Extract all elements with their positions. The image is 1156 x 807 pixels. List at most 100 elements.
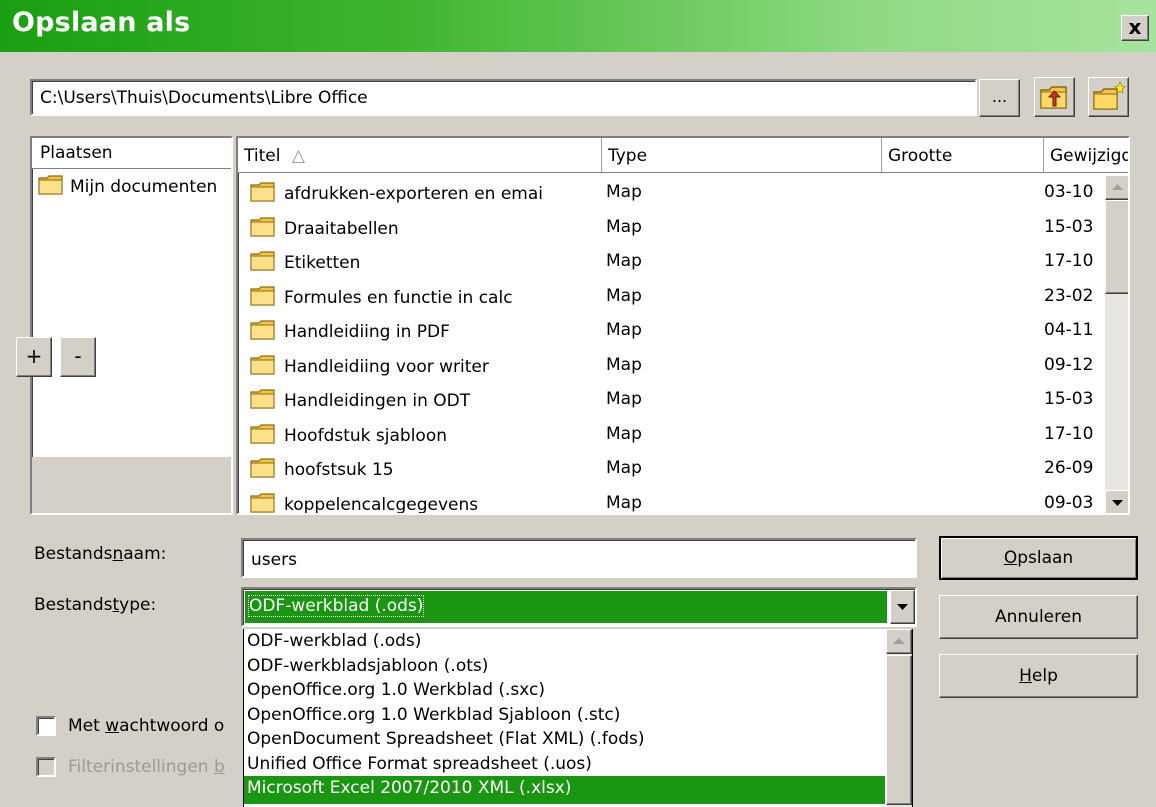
places-header[interactable]: Plaatsen xyxy=(32,138,231,169)
file-name: Handleidingen in ODT xyxy=(284,391,471,411)
help-button[interactable]: Help xyxy=(939,654,1138,698)
file-list: Titel △ Type Grootte Gewijzigd afdrukken… xyxy=(236,136,1130,515)
file-name: Formules en functie in calc xyxy=(284,287,513,308)
file-date-cell: 09-03 xyxy=(1044,492,1094,513)
add-place-button[interactable]: + xyxy=(16,337,52,377)
new-folder-button[interactable] xyxy=(1088,77,1129,117)
file-name: Draaitabellen xyxy=(284,218,399,239)
file-date-cell: 15-03 xyxy=(1044,216,1094,237)
password-checkbox[interactable] xyxy=(36,716,56,736)
table-row[interactable]: Hoofdstuk sjabloon Map 17-10 xyxy=(238,417,1108,451)
arrow-up-icon xyxy=(893,638,905,644)
table-row[interactable]: Handleidiing in PDF Map 04-11 xyxy=(238,313,1108,347)
sort-ascending-icon: △ xyxy=(291,146,305,166)
folder-icon xyxy=(250,320,275,340)
file-name-cell: Draaitabellen xyxy=(250,216,605,239)
remove-place-button[interactable]: - xyxy=(60,337,96,377)
table-row[interactable]: hoofstsuk 15 Map 26-09 xyxy=(238,451,1108,485)
save-button[interactable]: Opslaan xyxy=(939,536,1138,580)
folder-icon xyxy=(250,354,275,375)
file-date-cell: 26-09 xyxy=(1044,458,1094,478)
dropdown-scroll-up-button[interactable] xyxy=(886,629,912,654)
folder-icon xyxy=(250,285,275,306)
file-type-cell: Map xyxy=(606,389,642,409)
file-name: Etiketten xyxy=(284,253,361,273)
file-type-cell: Map xyxy=(606,492,642,513)
dropdown-toggle[interactable] xyxy=(890,590,915,624)
dropdown-scrollbar[interactable] xyxy=(886,629,912,807)
places-button-bar xyxy=(32,457,231,513)
column-header-modified[interactable]: Gewijzigd xyxy=(1044,138,1128,173)
folder-icon xyxy=(250,182,275,202)
file-name: Hoofdstuk sjabloon xyxy=(284,425,447,446)
file-name-cell: Formules en functie in calc xyxy=(250,285,605,308)
path-field[interactable]: C:\Users\Thuis\Documents\Libre Office xyxy=(30,79,977,116)
file-name-cell: Etiketten xyxy=(250,251,605,273)
folder-icon xyxy=(38,175,63,195)
file-name: koppelencalcgegevens xyxy=(284,494,479,515)
filename-input[interactable]: users xyxy=(241,538,917,578)
table-row[interactable]: afdrukken-exporteren en emai Map 03-10 xyxy=(238,175,1108,209)
file-date-cell: 15-03 xyxy=(1044,389,1094,409)
filter-settings-label: Filterinstellingen b xyxy=(68,757,225,777)
folder-icon xyxy=(250,492,275,513)
title-bar: Opslaan als x xyxy=(0,0,1156,52)
file-name-cell: Handleidiing in PDF xyxy=(250,320,605,342)
file-name-cell: Handleidingen in ODT xyxy=(250,389,605,411)
column-header-title[interactable]: Titel △ xyxy=(238,138,602,173)
file-type-cell: Map xyxy=(606,216,642,237)
window-title: Opslaan als xyxy=(12,7,191,38)
filename-label: Bestandsnaam: xyxy=(34,544,167,564)
browse-button[interactable]: ... xyxy=(979,79,1020,117)
filetype-selected-value: ODF-werkblad (.ods) xyxy=(245,591,887,623)
filter-settings-checkbox[interactable] xyxy=(36,757,56,777)
scroll-thumb[interactable] xyxy=(1105,200,1128,294)
file-type-cell: Map xyxy=(606,285,642,306)
up-folder-button[interactable] xyxy=(1034,77,1075,117)
scroll-down-button[interactable] xyxy=(1105,490,1128,513)
file-date-cell: 23-02 xyxy=(1044,285,1094,306)
filetype-dropdown-list: ODF-werkblad (.ods) ODF-werkbladsjabloon … xyxy=(243,629,913,807)
file-name-cell: Handleidiing voor writer xyxy=(250,354,605,377)
table-row[interactable]: koppelencalcgegevens Map 09-03 xyxy=(238,486,1108,515)
places-pane: Plaatsen Mijn documenten xyxy=(30,136,233,515)
file-type-cell: Map xyxy=(606,423,642,444)
close-button[interactable]: x xyxy=(1121,15,1149,41)
filename-value: users xyxy=(251,550,297,570)
file-type-cell: Map xyxy=(606,251,642,271)
table-row[interactable]: Etiketten Map 17-10 xyxy=(238,244,1108,278)
file-type-cell: Map xyxy=(606,458,642,478)
file-date-cell: 09-12 xyxy=(1044,354,1094,375)
table-row[interactable]: Draaitabellen Map 15-03 xyxy=(238,210,1108,244)
file-list-scrollbar[interactable] xyxy=(1105,175,1128,513)
file-type-cell: Map xyxy=(606,354,642,375)
chevron-down-icon xyxy=(897,604,908,610)
file-type-cell: Map xyxy=(606,320,642,340)
table-row[interactable]: Handleidingen in ODT Map 15-03 xyxy=(238,382,1108,416)
table-row[interactable]: Formules en functie in calc Map 23-02 xyxy=(238,279,1108,313)
password-checkbox-label: Met wachtwoord o xyxy=(68,716,225,736)
dropdown-scroll-thumb[interactable] xyxy=(886,655,912,805)
file-name-cell: koppelencalcgegevens xyxy=(250,492,605,515)
file-name: Handleidiing voor writer xyxy=(284,356,489,377)
file-name-cell: afdrukken-exporteren en emai xyxy=(250,182,605,204)
scroll-up-button[interactable] xyxy=(1105,175,1128,200)
column-header-title-label: Titel xyxy=(244,146,281,166)
filetype-option[interactable]: Microsoft Excel 2007/2010 XML (.xlsx) xyxy=(244,776,885,804)
file-name: hoofstsuk 15 xyxy=(284,460,394,480)
column-header-type[interactable]: Type xyxy=(602,138,882,173)
places-item-my-documents[interactable]: Mijn documenten xyxy=(38,175,228,197)
folder-icon xyxy=(250,251,275,271)
file-date-cell: 04-11 xyxy=(1044,320,1094,340)
filetype-select[interactable]: ODF-werkblad (.ods) xyxy=(241,587,917,627)
file-name-cell: hoofstsuk 15 xyxy=(250,458,605,480)
folder-icon xyxy=(250,423,275,444)
places-item-label: Mijn documenten xyxy=(70,177,218,197)
file-type-cell: Map xyxy=(606,182,642,202)
cancel-button[interactable]: Annuleren xyxy=(939,595,1138,639)
new-folder-icon xyxy=(1093,80,1126,110)
arrow-up-icon xyxy=(1112,184,1123,190)
file-date-cell: 17-10 xyxy=(1044,423,1094,444)
column-header-size[interactable]: Grootte xyxy=(882,138,1044,173)
table-row[interactable]: Handleidiing voor writer Map 09-12 xyxy=(238,348,1108,382)
